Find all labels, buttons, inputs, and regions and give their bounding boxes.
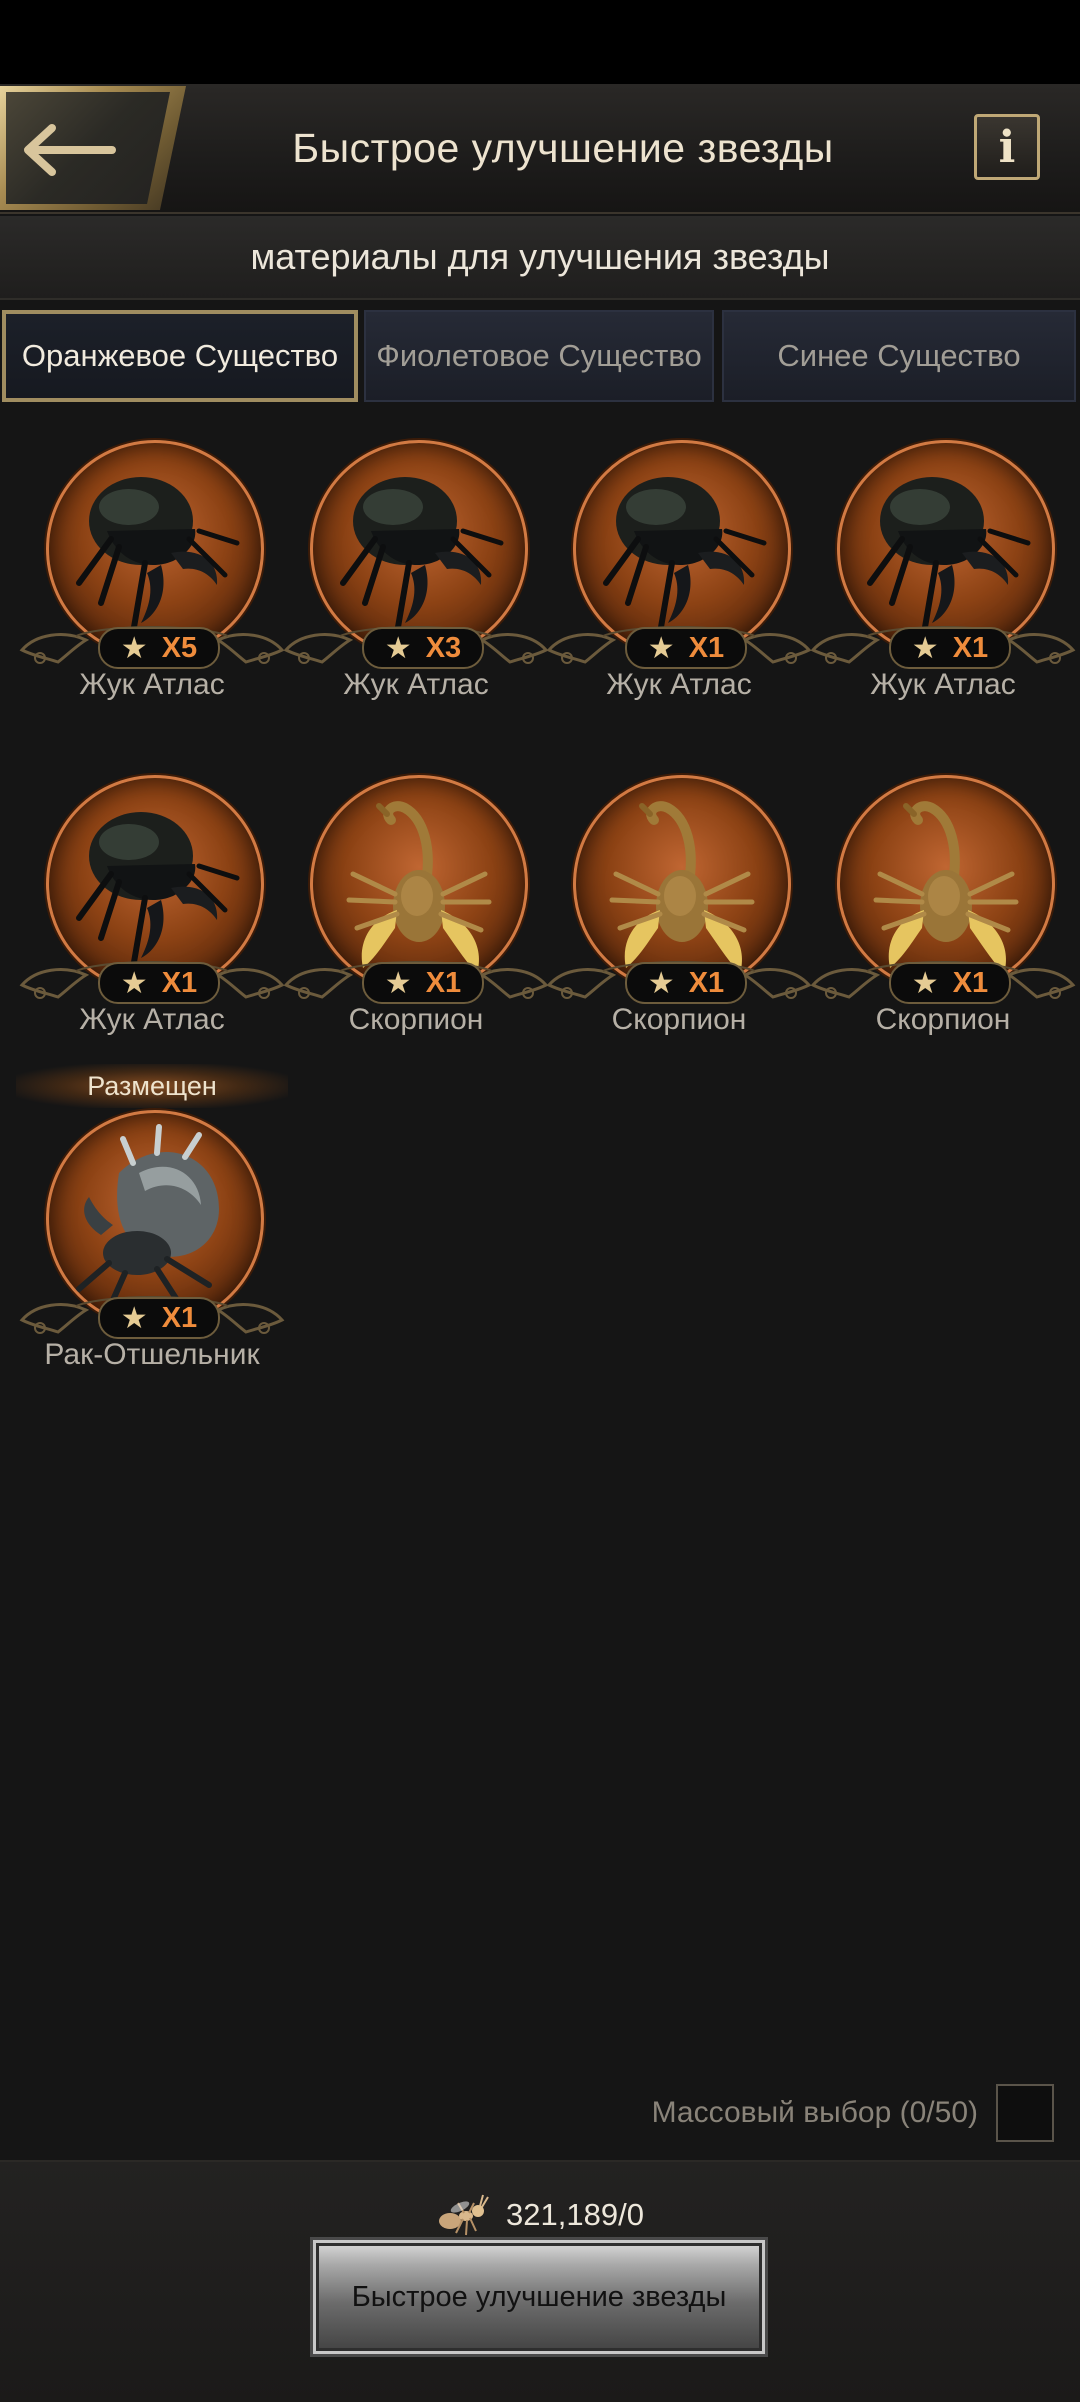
star-icon: ★ [911, 631, 939, 665]
page-title: Быстрое улучшение звезды [292, 124, 834, 171]
star-count-badge: ★ X1 [889, 962, 1011, 1004]
star-icon: ★ [911, 966, 939, 1000]
creature-name: Скорпион [611, 1003, 747, 1036]
star-count: X1 [161, 1301, 198, 1334]
star-count: X1 [952, 966, 989, 999]
star-count-badge: ★ X1 [362, 962, 484, 1004]
creature-name: Жук Атлас [606, 668, 752, 701]
creature-name: Скорпион [875, 1003, 1011, 1036]
star-count: X1 [688, 966, 725, 999]
creature-card[interactable]: ★ X1 Жук Атлас [543, 430, 812, 730]
info-icon: i [998, 121, 1016, 173]
star-count-badge: ★ X1 [98, 1297, 220, 1339]
info-button[interactable]: i [974, 114, 1040, 180]
tab-bar: Оранжевое Существо Фиолетовое Существо С… [0, 306, 1080, 410]
star-icon: ★ [384, 966, 412, 1000]
creature-card[interactable]: ★ X1 Скорпион [543, 765, 812, 1065]
back-arrow-icon [24, 124, 116, 176]
resource-value: 321,189/0 [506, 2197, 644, 2232]
ant-icon [439, 2194, 489, 2236]
star-count-badge: ★ X1 [625, 962, 747, 1004]
creature-name: Жук Атлас [79, 1003, 225, 1036]
star-count-badge: ★ X5 [98, 627, 220, 669]
star-count: X1 [688, 631, 725, 664]
creature-card[interactable]: ★ X1 Скорпион [807, 765, 1076, 1065]
star-count: X5 [161, 631, 198, 664]
status-bar [0, 0, 1080, 84]
star-count: X3 [425, 631, 462, 664]
creature-name: Жук Атлас [870, 668, 1016, 701]
star-icon: ★ [647, 631, 675, 665]
star-count: X1 [952, 631, 989, 664]
section-subtitle: материалы для улучшения звезды [0, 216, 1080, 300]
tab-orange-creature[interactable]: Оранжевое Существо [2, 310, 358, 402]
mass-select-checkbox[interactable] [996, 2084, 1054, 2142]
star-icon: ★ [120, 631, 148, 665]
creature-card[interactable]: ★ X1 Жук Атлас [16, 765, 285, 1065]
creature-name: Рак-Отшельник [44, 1338, 260, 1371]
star-icon: ★ [647, 966, 675, 1000]
creature-name: Жук Атлас [79, 668, 225, 701]
creature-name: Скорпион [348, 1003, 484, 1036]
creature-card[interactable]: Размещен ★ X1 Рак-Отшельник [16, 1064, 288, 1400]
resource-counter: 321,189/0 [0, 2184, 1080, 2246]
tab-blue-creature[interactable]: Синее Существо [722, 310, 1076, 402]
bottom-panel: 321,189/0 Быстрое улучшение звезды [0, 2160, 1080, 2402]
star-icon: ★ [384, 631, 412, 665]
quick-star-upgrade-button[interactable]: Быстрое улучшение звезды [313, 2240, 765, 2354]
star-count-badge: ★ X1 [625, 627, 747, 669]
creature-card[interactable]: ★ X1 Скорпион [280, 765, 549, 1065]
placed-tag: Размещен [16, 1064, 288, 1108]
header: Быстрое улучшение звезды i [0, 84, 1080, 214]
creature-card[interactable]: ★ X5 Жук Атлас [16, 430, 285, 730]
creature-name: Жук Атлас [343, 668, 489, 701]
mass-select: Массовый выбор (0/50) [652, 2082, 1054, 2144]
star-icon: ★ [120, 966, 148, 1000]
creature-card[interactable]: ★ X3 Жук Атлас [280, 430, 549, 730]
star-count-badge: ★ X1 [889, 627, 1011, 669]
mass-select-label: Массовый выбор (0/50) [651, 2096, 978, 2129]
star-count-badge: ★ X3 [362, 627, 484, 669]
creature-card[interactable]: ★ X1 Жук Атлас [807, 430, 1076, 730]
star-count: X1 [425, 966, 462, 999]
back-button[interactable] [0, 86, 186, 210]
star-icon: ★ [120, 1301, 148, 1335]
star-count: X1 [161, 966, 198, 999]
tab-purple-creature[interactable]: Фиолетовое Существо [364, 310, 714, 402]
star-count-badge: ★ X1 [98, 962, 220, 1004]
